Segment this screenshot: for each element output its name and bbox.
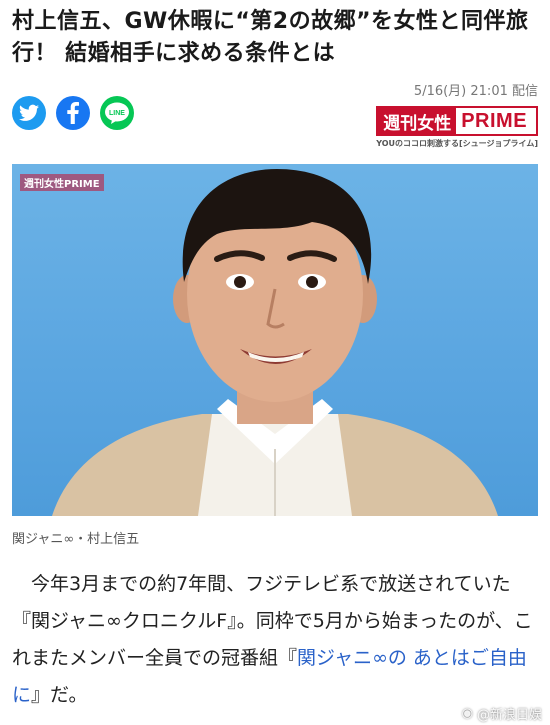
paragraph-text-2: 』だ。 [31, 684, 88, 706]
facebook-f-icon [67, 102, 79, 124]
facebook-share-button[interactable] [56, 96, 90, 130]
photo-caption: 関ジャニ∞・村上信五 [12, 532, 140, 547]
source-watermark: ◉ @新浪日娱 [462, 704, 542, 723]
weibo-icon: ◉ [461, 706, 473, 721]
line-share-button[interactable]: LINE [100, 96, 134, 130]
line-label: LINE [109, 110, 125, 117]
brand-tagline: YOUのココロ刺激する[シュージョプライム] [376, 139, 538, 148]
photo-watermark: 週刊女性PRIME [20, 174, 104, 191]
twitter-share-button[interactable] [12, 96, 46, 130]
article-photo: 週刊女性PRIME [12, 164, 538, 516]
watermark-text: @新浪日娱 [476, 708, 542, 723]
article-headline: 村上信五、GW休暇に“第2の故郷”を女性と同伴旅行！ 結婚相手に求める条件とは [12, 9, 529, 66]
brand-name-jp: 週刊女性 [378, 108, 457, 134]
line-bubble-icon: LINE [105, 102, 129, 124]
brand-logo: 週刊女性 PRIME [376, 106, 538, 136]
publisher-brand[interactable]: 週刊女性 PRIME YOUのココロ刺激する[シュージョプライム] [376, 106, 538, 149]
brand-name-en: PRIME [461, 109, 528, 132]
twitter-bird-icon [19, 104, 39, 121]
portrait-illustration [52, 169, 498, 516]
article-paragraph: 今年3月までの約7年間、フジテレビ系で放送されていた『関ジャニ∞クロニクルF』。… [12, 566, 538, 714]
publish-date: 5/16(月) 21:01 配信 [413, 84, 538, 99]
share-buttons: LINE [12, 96, 134, 130]
